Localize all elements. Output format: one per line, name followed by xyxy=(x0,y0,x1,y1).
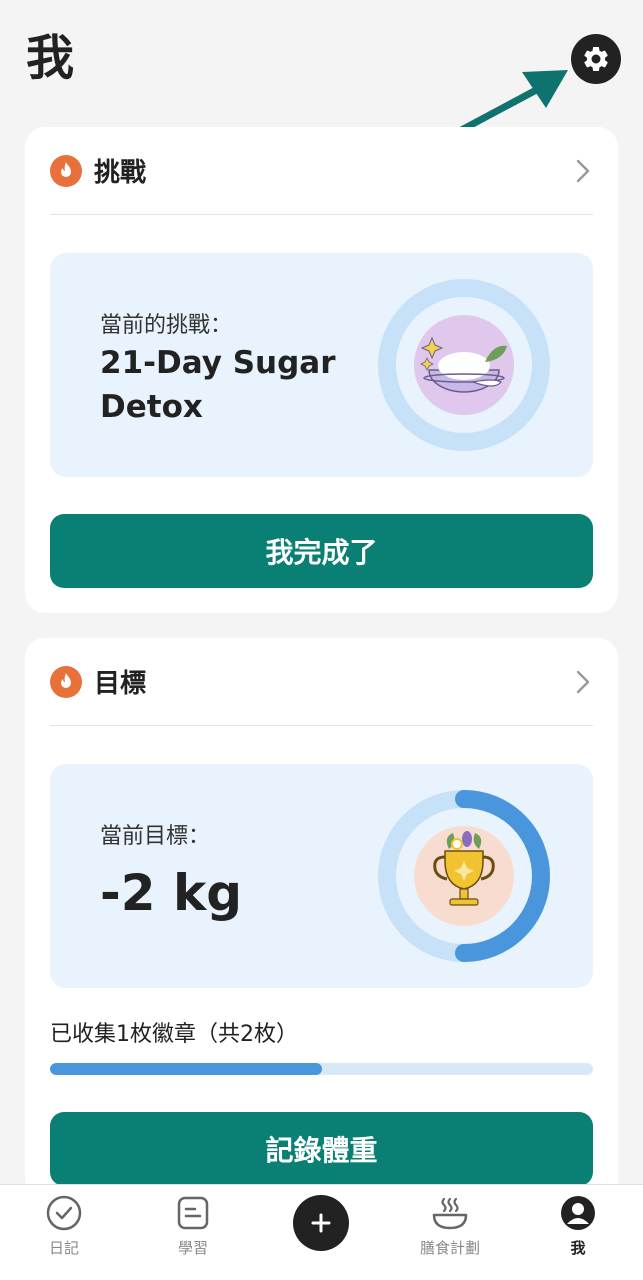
tab-learn-label: 學習 xyxy=(177,1239,208,1257)
goal-title: 目標 xyxy=(94,669,147,699)
tab-diary[interactable]: 日記 xyxy=(9,1195,119,1258)
user-icon xyxy=(561,1196,595,1230)
gear-icon xyxy=(584,46,608,71)
log-weight-button[interactable]: 記錄體重 xyxy=(50,1112,593,1186)
challenge-card: 挑戰 當前的挑戰： 21-Day Sugar Detox 我完成了 xyxy=(25,127,618,613)
flame-icon xyxy=(50,665,82,698)
current-challenge-name: 21-Day Sugar Detox xyxy=(100,345,336,425)
check-circle-icon xyxy=(46,1195,82,1231)
challenge-header[interactable]: 挑戰 xyxy=(50,127,593,215)
goal-card: 目標 當前目標： -2 kg 已收集1枚徽章（共2枚） 記錄體重 xyxy=(25,638,618,1198)
tab-learn[interactable]: 學習 xyxy=(138,1195,248,1258)
tab-meal-plan[interactable]: 膳食計劃 xyxy=(395,1195,505,1258)
current-goal-value: -2 kg xyxy=(100,864,242,922)
badge-progress-bar xyxy=(50,1063,593,1075)
tab-me-label: 我 xyxy=(570,1239,586,1257)
notes-icon xyxy=(177,1196,209,1230)
challenge-ring xyxy=(378,279,550,451)
complete-challenge-button[interactable]: 我完成了 xyxy=(50,514,593,588)
challenge-title: 挑戰 xyxy=(94,158,147,188)
settings-button[interactable] xyxy=(571,34,621,84)
add-button[interactable] xyxy=(293,1195,349,1251)
chevron-right-icon xyxy=(573,157,593,185)
badge-progress-fill xyxy=(50,1063,322,1075)
chevron-right-icon xyxy=(573,668,593,696)
bowl-icon xyxy=(432,1197,468,1230)
badge-progress-text: 已收集1枚徽章（共2枚） xyxy=(50,1022,298,1047)
goal-header[interactable]: 目標 xyxy=(50,638,593,726)
tab-diary-label: 日記 xyxy=(48,1239,79,1257)
goal-panel[interactable]: 當前目標： -2 kg xyxy=(50,764,593,988)
tab-meal-plan-label: 膳食計劃 xyxy=(419,1239,480,1257)
flame-icon xyxy=(50,154,82,187)
page-title: 我 xyxy=(26,30,75,86)
plus-icon xyxy=(311,1213,331,1233)
tab-me[interactable]: 我 xyxy=(523,1195,633,1258)
challenge-panel[interactable]: 當前的挑戰： 21-Day Sugar Detox xyxy=(50,253,593,477)
bottom-tab-bar: 日記 學習 膳食計劃 我 xyxy=(0,1184,643,1280)
goal-ring xyxy=(378,790,550,962)
current-goal-label: 當前目標： xyxy=(100,824,211,849)
current-challenge-label: 當前的挑戰： xyxy=(100,313,233,338)
